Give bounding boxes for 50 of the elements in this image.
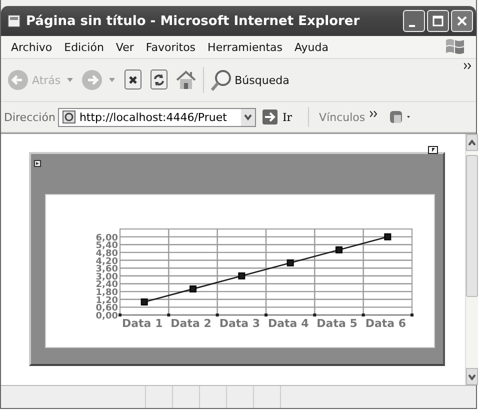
close-icon: [456, 15, 468, 27]
search-button[interactable]: Búsqueda: [206, 67, 292, 93]
menu-item[interactable]: Archivo: [5, 40, 58, 54]
data-point: [140, 298, 148, 306]
arrow-icon: [262, 109, 278, 125]
menu-item[interactable]: Favoritos: [140, 40, 202, 54]
page-icon: [7, 14, 21, 28]
links-label[interactable]: Vínculos: [319, 110, 366, 124]
maximize-button[interactable]: [427, 10, 449, 32]
window-title: Página sin título - Microsoft Internet Explorer: [26, 14, 361, 28]
y-tick-label: 3,00: [96, 272, 118, 282]
menu-item[interactable]: Ver: [110, 40, 140, 54]
data-point: [286, 259, 294, 266]
x-tick-label: Data 4: [268, 317, 309, 330]
data-point: [190, 285, 196, 292]
data-point: [238, 272, 246, 280]
back-icon: [7, 69, 29, 91]
minimize-button[interactable]: [403, 10, 425, 32]
menu-item[interactable]: Herramientas: [202, 40, 288, 54]
x-tick-label: Data 3: [219, 317, 260, 330]
x-tick-label: Data 5: [316, 317, 358, 330]
minimize-icon: [409, 25, 415, 27]
y-tick-label: 4,20: [96, 256, 118, 267]
scroll-down-icon[interactable]: [467, 372, 477, 382]
x-tick-label: Data 6: [365, 317, 406, 330]
menu-item[interactable]: Edición: [58, 40, 110, 54]
y-tick-label: 0,00: [96, 312, 118, 322]
y-tick-label: 4,80: [96, 248, 118, 259]
handle-icon[interactable]: [428, 146, 438, 154]
data-point: [384, 233, 392, 240]
address-field[interactable]: http://localhost:4446/Pruet: [58, 108, 256, 126]
scroll-up-icon[interactable]: [467, 138, 477, 148]
y-tick-label: 1,20: [96, 296, 118, 306]
caret-icon: [243, 112, 254, 122]
go-button[interactable]: Ir: [256, 109, 298, 125]
dropdown-button[interactable]: [241, 108, 256, 126]
maximize-icon: [432, 15, 444, 27]
close-button[interactable]: [451, 10, 473, 32]
page-icon: [62, 110, 76, 124]
address-label: Dirección: [4, 110, 56, 124]
handle-icon[interactable]: [34, 160, 41, 167]
menu-item[interactable]: Ayuda: [288, 40, 334, 54]
chevron-icon[interactable]: [370, 111, 378, 117]
x-tick-label: Data 2: [170, 317, 212, 330]
x-tick-label: Data 1: [122, 317, 163, 330]
y-tick-label: 6,00: [96, 233, 118, 244]
search-icon: [210, 69, 232, 91]
scrollbar[interactable]: [465, 134, 478, 385]
chevron-icon[interactable]: [464, 63, 472, 69]
data-point: [336, 246, 342, 254]
